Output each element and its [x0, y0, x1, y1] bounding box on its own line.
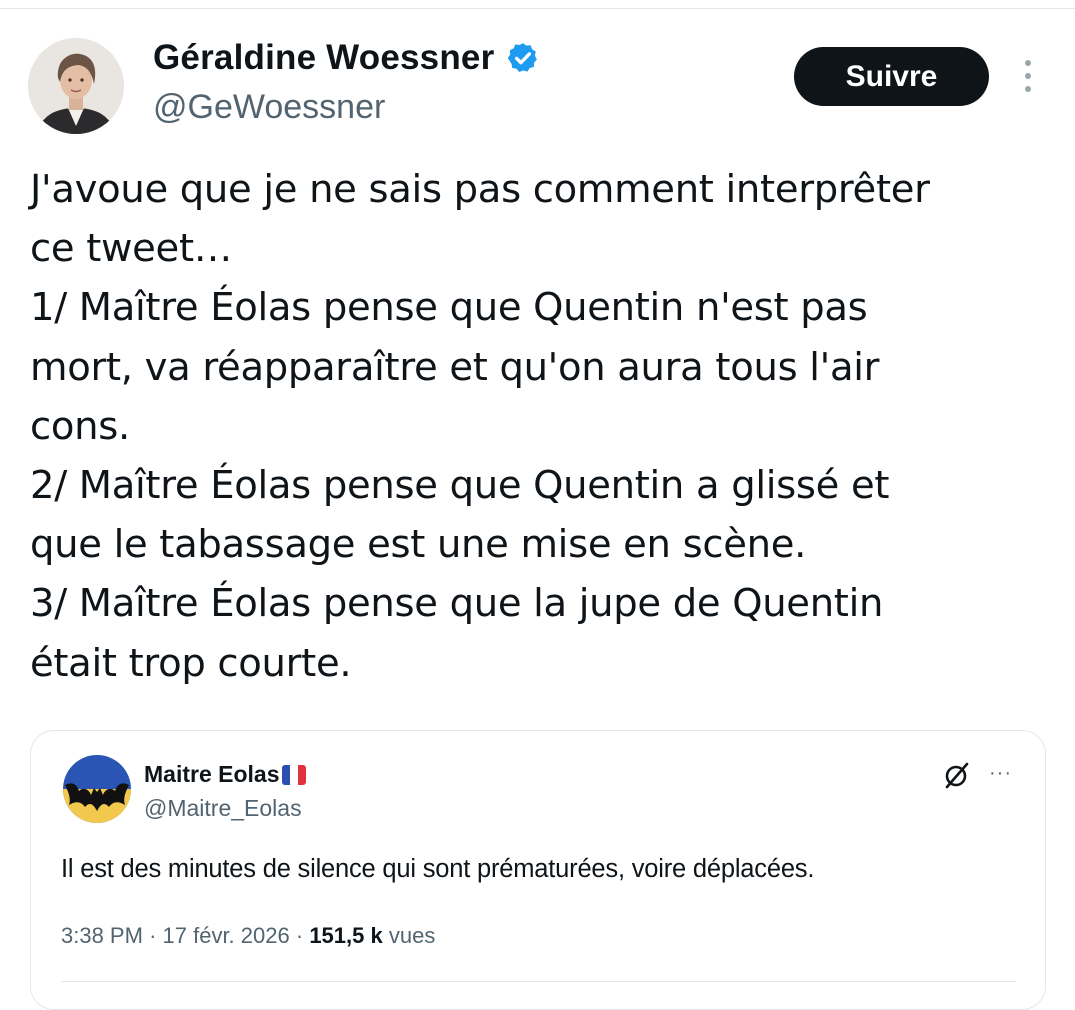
- meta-separator: ·: [295, 923, 304, 948]
- meta-separator: ·: [149, 923, 157, 948]
- author-name-row: Géraldine Woessner: [153, 38, 540, 78]
- top-divider: [0, 8, 1075, 9]
- author-avatar[interactable]: [28, 38, 124, 134]
- quoted-tweet-meta: 3:38 PM · 17 févr. 2026 · 151,5 k vues: [61, 923, 435, 949]
- quoted-author-handle[interactable]: @Maitre_Eolas: [144, 795, 302, 822]
- avatar-photo: [28, 38, 124, 134]
- follow-button[interactable]: Suivre: [794, 47, 989, 106]
- verified-badge-icon: [508, 43, 538, 73]
- tweet-line: 1/ Maître Éolas pense que Quentin n'est …: [30, 285, 868, 331]
- quoted-tweet-card[interactable]: Maitre Eolas @Maitre_Eolas ··· Il est de…: [30, 730, 1046, 1010]
- tweet-line: cons.: [30, 403, 130, 449]
- grok-icon[interactable]: [941, 759, 973, 791]
- tweet-line: mort, va réapparaître et qu'on aura tous…: [30, 344, 880, 390]
- batman-logo-icon: [63, 755, 131, 823]
- quoted-more-icon[interactable]: ···: [989, 763, 1012, 783]
- tweet-line: 2/ Maître Éolas pense que Quentin a glis…: [30, 463, 890, 509]
- tweet-date[interactable]: 17 févr. 2026: [163, 923, 290, 948]
- tweet-time[interactable]: 3:38 PM: [61, 923, 143, 948]
- tweet-line: ce tweet…: [30, 226, 232, 272]
- views-label: vues: [388, 923, 436, 948]
- quoted-name-row: Maitre Eolas: [144, 761, 306, 788]
- french-flag-icon: [281, 764, 306, 785]
- tweet-text: J'avoue que je ne sais pas comment inter…: [30, 160, 1045, 693]
- more-options-icon[interactable]: [1018, 60, 1038, 96]
- views-count: 151,5 k: [309, 923, 383, 948]
- tweet-line: était trop courte.: [30, 640, 352, 686]
- tweet-line: 3/ Maître Éolas pense que la jupe de Que…: [30, 581, 884, 627]
- quoted-author-avatar[interactable]: [63, 755, 131, 823]
- author-name[interactable]: Géraldine Woessner: [153, 38, 494, 78]
- kebab-dot: [1025, 86, 1031, 92]
- tweet-line: J'avoue que je ne sais pas comment inter…: [30, 167, 930, 212]
- quoted-tweet-text: Il est des minutes de silence qui sont p…: [61, 855, 815, 883]
- quoted-divider: [61, 981, 1016, 982]
- quoted-author-name[interactable]: Maitre Eolas: [144, 761, 280, 788]
- author-handle[interactable]: @GeWoessner: [153, 88, 385, 127]
- tweet-line: que le tabassage est une mise en scène.: [30, 522, 807, 568]
- kebab-dot: [1025, 73, 1031, 79]
- kebab-dot: [1025, 60, 1031, 66]
